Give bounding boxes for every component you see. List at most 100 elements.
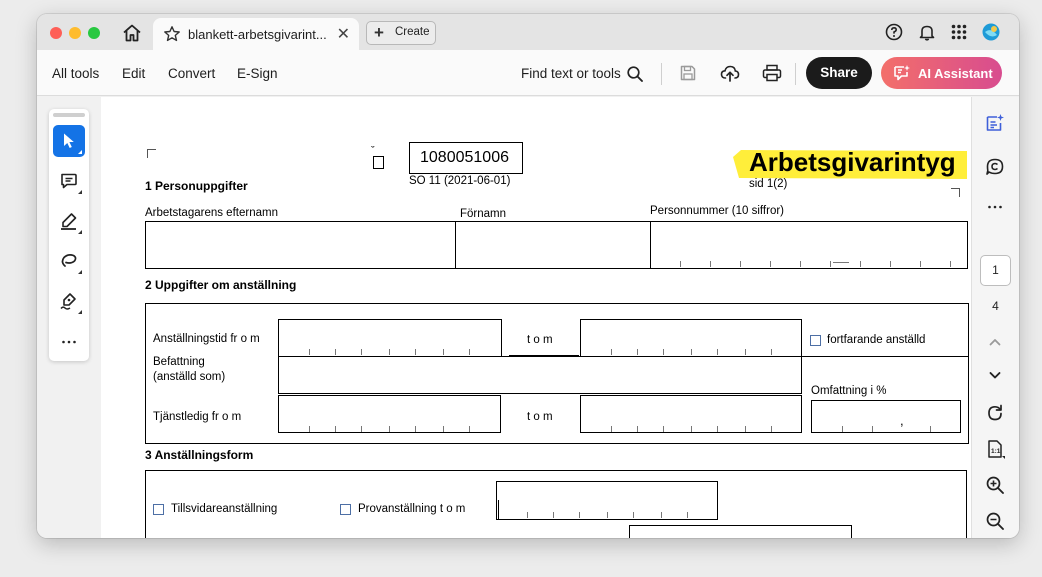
ai-assistant-button[interactable]: AI Assistant bbox=[881, 57, 1002, 89]
employment-to-field[interactable] bbox=[580, 319, 802, 356]
select-arrow-icon bbox=[64, 133, 74, 148]
select-tool[interactable] bbox=[53, 125, 85, 157]
search-icon[interactable] bbox=[626, 65, 644, 83]
zoom-window-button[interactable] bbox=[88, 27, 100, 39]
rotate-icon[interactable] bbox=[985, 403, 1005, 423]
chevron-up-icon[interactable] bbox=[985, 332, 1005, 352]
first-name-field[interactable] bbox=[457, 222, 649, 268]
position-label-1: Befattning bbox=[153, 356, 205, 368]
last-name-field[interactable] bbox=[146, 222, 454, 268]
more-icon bbox=[62, 340, 76, 344]
zoom-out-icon[interactable] bbox=[985, 511, 1005, 531]
crop-mark bbox=[959, 188, 960, 197]
title-bar: blankett-arbetsgivarint... ✕ + Create bbox=[37, 14, 1019, 51]
to-label: t o m bbox=[527, 334, 553, 346]
field-divider bbox=[650, 221, 651, 269]
document-tab[interactable]: blankett-arbetsgivarint... ✕ bbox=[153, 18, 359, 51]
comment-icon bbox=[61, 173, 77, 189]
employment-from-field[interactable] bbox=[278, 319, 502, 356]
minimize-window-button[interactable] bbox=[69, 27, 81, 39]
crop-mark bbox=[147, 149, 156, 150]
ongoing-label: fortfarande anställd bbox=[827, 334, 926, 346]
submenu-indicator bbox=[78, 190, 82, 194]
scan-box bbox=[373, 156, 384, 169]
tab-title: blankett-arbetsgivarint... bbox=[188, 27, 327, 42]
scope-field[interactable]: , bbox=[811, 400, 961, 433]
quick-tools-panel bbox=[49, 109, 89, 361]
scope-label: Omfattning i % bbox=[811, 385, 887, 397]
freehand-draw-icon bbox=[61, 253, 77, 267]
leave-from-label: Tjänstledig fr o m bbox=[153, 411, 242, 423]
probation-date-field[interactable] bbox=[496, 481, 718, 520]
menu-e-sign[interactable]: E-Sign bbox=[237, 66, 278, 81]
probation-checkbox[interactable] bbox=[340, 504, 351, 515]
highlight-tool[interactable] bbox=[53, 205, 85, 237]
position-field[interactable] bbox=[278, 356, 802, 394]
share-button[interactable]: Share bbox=[806, 57, 872, 89]
bell-icon[interactable] bbox=[918, 23, 936, 41]
submenu-indicator bbox=[78, 150, 82, 154]
crop-mark bbox=[147, 149, 148, 158]
section3-heading: 3 Anställningsform bbox=[145, 448, 254, 462]
avatar[interactable] bbox=[982, 23, 1000, 41]
decimal-comma: , bbox=[900, 413, 904, 428]
upload-cloud-icon[interactable] bbox=[720, 63, 740, 83]
drag-handle[interactable] bbox=[53, 113, 85, 117]
create-label: Create bbox=[395, 26, 430, 38]
total-pages: 4 bbox=[992, 299, 999, 313]
home-button[interactable] bbox=[121, 22, 143, 44]
more-icon[interactable] bbox=[985, 197, 1005, 217]
print-icon[interactable] bbox=[762, 64, 782, 82]
save-icon[interactable] bbox=[679, 64, 697, 82]
ongoing-checkbox[interactable] bbox=[810, 335, 821, 346]
submenu-indicator bbox=[78, 230, 82, 234]
apps-grid-icon[interactable] bbox=[950, 23, 968, 41]
permanent-label: Tillsvidareanställning bbox=[171, 503, 278, 515]
close-window-button[interactable] bbox=[50, 27, 62, 39]
last-name-label: Arbetstagarens efternamn bbox=[145, 207, 278, 219]
leave-to-field[interactable] bbox=[580, 395, 802, 433]
position-label-2: (anställd som) bbox=[153, 371, 226, 383]
right-rail: 1 4 1:1 bbox=[971, 97, 1019, 538]
signature-icon bbox=[60, 293, 76, 310]
star-icon[interactable] bbox=[163, 25, 181, 43]
personal-number-field[interactable] bbox=[652, 222, 967, 268]
form-number: 1080051006 bbox=[420, 149, 509, 166]
field-underline bbox=[802, 356, 968, 357]
svg-text:1:1: 1:1 bbox=[991, 448, 1001, 455]
app-window: blankett-arbetsgivarint... ✕ + Create Al… bbox=[37, 14, 1019, 538]
close-tab-icon[interactable]: ✕ bbox=[337, 24, 350, 44]
page-number-input[interactable]: 1 bbox=[980, 255, 1011, 286]
submenu-indicator bbox=[78, 310, 82, 314]
chevron-down-icon[interactable] bbox=[985, 365, 1005, 385]
menu-all-tools[interactable]: All tools bbox=[52, 66, 99, 81]
menu-convert[interactable]: Convert bbox=[168, 66, 215, 81]
menu-edit[interactable]: Edit bbox=[122, 66, 145, 81]
probation-label: Provanställning t o m bbox=[358, 503, 466, 515]
zoom-in-icon[interactable] bbox=[985, 475, 1005, 495]
form-title: Arbetsgivarintyg bbox=[749, 147, 956, 177]
comment-tool[interactable] bbox=[53, 165, 85, 197]
ai-assistant-label: AI Assistant bbox=[918, 66, 993, 81]
main-toolbar: All tools Edit Convert E-Sign Find text … bbox=[37, 50, 1019, 96]
draw-tool[interactable] bbox=[53, 245, 85, 277]
form-code: SO 11 (2021-06-01) bbox=[409, 175, 511, 187]
create-button[interactable]: + Create bbox=[366, 21, 436, 45]
home-icon bbox=[123, 24, 141, 42]
to-label: t o m bbox=[527, 411, 553, 423]
help-icon[interactable] bbox=[885, 23, 903, 41]
leave-from-field[interactable] bbox=[278, 395, 501, 433]
sign-tool[interactable] bbox=[53, 285, 85, 317]
submenu-indicator bbox=[78, 270, 82, 274]
comments-panel-icon[interactable] bbox=[985, 157, 1005, 177]
more-tools-button[interactable] bbox=[53, 325, 85, 357]
ai-assistant-icon bbox=[894, 65, 910, 81]
document-viewport[interactable]: ˇ 1080051006 SO 11 (2021-06-01) Arbetsgi… bbox=[101, 97, 971, 538]
next-field[interactable] bbox=[629, 525, 852, 538]
ai-summary-icon[interactable] bbox=[985, 113, 1005, 133]
toolbar-divider bbox=[661, 63, 662, 85]
find-text-or-tools[interactable]: Find text or tools bbox=[521, 66, 621, 81]
permanent-checkbox[interactable] bbox=[153, 504, 164, 515]
page-label: sid 1(2) bbox=[749, 178, 788, 190]
fit-page-icon[interactable]: 1:1 bbox=[985, 439, 1005, 459]
